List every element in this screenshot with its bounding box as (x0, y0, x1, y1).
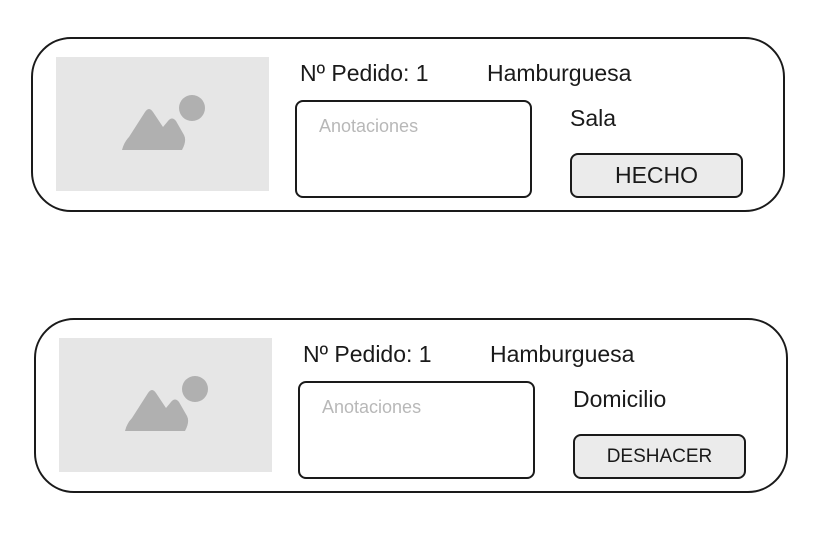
done-button[interactable]: HECHO (570, 153, 743, 198)
order-card: Nº Pedido: 1 Hamburguesa Anotaciones Sal… (31, 37, 785, 212)
dish-name: Hamburguesa (490, 341, 635, 367)
notes-placeholder: Anotaciones (319, 116, 419, 136)
notes-textarea[interactable]: Anotaciones (298, 381, 535, 479)
notes-placeholder: Anotaciones (322, 397, 422, 417)
dish-name: Hamburguesa (487, 60, 632, 86)
order-number: Nº Pedido: 1 (303, 341, 432, 367)
undo-button[interactable]: DESHACER (573, 434, 746, 479)
order-location: Domicilio (573, 386, 667, 412)
image-placeholder-icon (122, 95, 205, 150)
notes-textarea[interactable]: Anotaciones (295, 100, 532, 198)
order-number: Nº Pedido: 1 (300, 60, 429, 86)
order-card: Nº Pedido: 1 Hamburguesa Anotaciones Dom… (34, 318, 788, 493)
order-location: Sala (570, 105, 617, 131)
dish-image (59, 338, 272, 472)
dish-image (56, 57, 269, 191)
image-placeholder-icon (125, 376, 208, 431)
